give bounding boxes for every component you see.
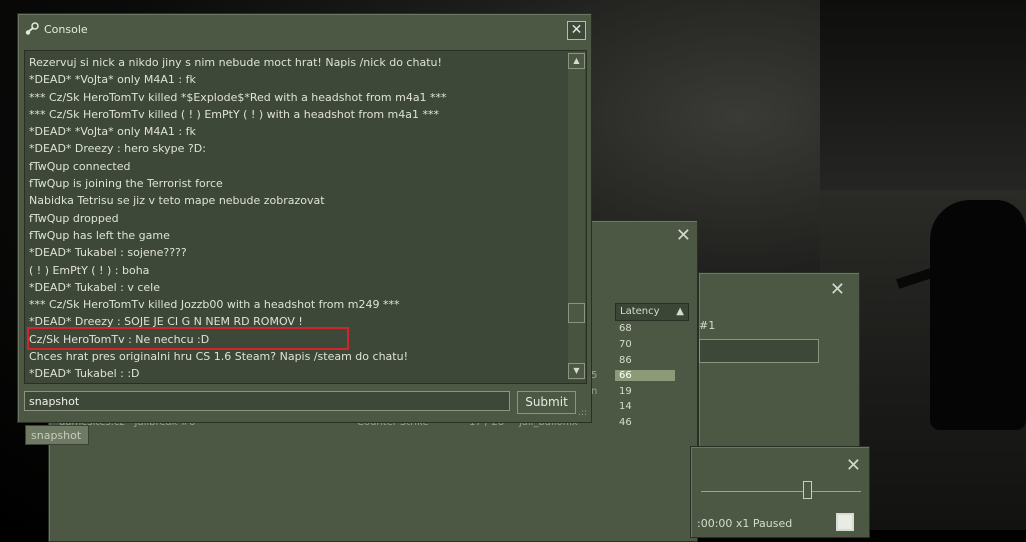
log-line: *DEAD* Dreezy : hero skype ?D: bbox=[29, 142, 206, 156]
log-line: *DEAD* *VoJta* only M4A1 : fk bbox=[29, 125, 196, 139]
console-close-button[interactable]: ✕ bbox=[567, 21, 586, 40]
log-line: *DEAD* Tukabel : v cele bbox=[29, 280, 161, 294]
autocomplete-suggestion[interactable]: snapshot bbox=[25, 425, 89, 445]
latency-cell[interactable]: 70 bbox=[619, 339, 632, 350]
log-line: fTwQup is joining the Terrorist force bbox=[29, 177, 223, 191]
resize-grip-icon[interactable]: .:: bbox=[578, 408, 587, 418]
demo-player-panel: ✕ :00:00 x1 Paused bbox=[690, 446, 870, 538]
demo-progress-track[interactable] bbox=[701, 491, 861, 492]
latency-cell[interactable]: 19 bbox=[619, 386, 632, 397]
server-info-close-icon[interactable]: ✕ bbox=[830, 281, 845, 299]
log-line: *** Cz/Sk HeroTomTv killed *$Explode$*Re… bbox=[29, 90, 447, 104]
scroll-down-button[interactable]: ▼ bbox=[568, 363, 585, 379]
demo-player-close-icon[interactable]: ✕ bbox=[846, 457, 861, 475]
latency-cell[interactable]: 86 bbox=[619, 355, 632, 366]
log-line: *** Cz/Sk HeroTomTv killed ( ! ) EmPtY (… bbox=[29, 107, 439, 121]
sort-up-icon: ▲ bbox=[676, 306, 684, 317]
console-command-input[interactable]: snapshot bbox=[24, 391, 510, 411]
log-line: Chces hrat pres originalni hru CS 1.6 St… bbox=[29, 350, 408, 364]
log-line: fTwQup dropped bbox=[29, 211, 119, 225]
close-icon: ✕ bbox=[570, 22, 583, 38]
info-label: #1 bbox=[699, 319, 716, 332]
log-line: ( ! ) EmPtY ( ! ) : boha bbox=[29, 263, 150, 277]
log-line: fTwQup has left the game bbox=[29, 228, 170, 242]
log-line: Nabidka Tetrisu se jiz v teto mape nebud… bbox=[29, 194, 325, 208]
latency-cell[interactable]: 46 bbox=[619, 417, 632, 428]
chevron-up-icon: ▲ bbox=[573, 56, 580, 65]
demo-progress-thumb[interactable] bbox=[802, 481, 812, 499]
latency-cell[interactable]: 68 bbox=[619, 323, 632, 334]
steam-logo-icon bbox=[25, 22, 39, 36]
log-line: *DEAD* *VoJta* only M4A1 : fk bbox=[29, 73, 196, 87]
log-line: fTwQup connected bbox=[29, 159, 131, 173]
console-window: Console ✕ Rezervuj si nick a nikdo jiny … bbox=[17, 13, 592, 423]
log-line: *** Cz/Sk HeroTomTv killed Jozzb00 with … bbox=[29, 298, 400, 312]
chevron-down-icon: ▼ bbox=[573, 366, 580, 375]
log-line: *DEAD* Tukabel : :D bbox=[29, 367, 140, 381]
latency-header-label: Latency bbox=[620, 306, 660, 317]
info-field[interactable] bbox=[699, 339, 819, 363]
highlight-annotation bbox=[27, 327, 349, 350]
submit-button[interactable]: Submit bbox=[517, 391, 576, 414]
demo-status-text: :00:00 x1 Paused bbox=[697, 517, 793, 530]
server-browser-close-icon[interactable]: ✕ bbox=[676, 227, 691, 245]
console-log[interactable]: Rezervuj si nick a nikdo jiny s nim nebu… bbox=[24, 50, 587, 384]
background-wall bbox=[820, 0, 1026, 200]
background-player-silhouette bbox=[930, 200, 1026, 430]
latency-cell-selected[interactable]: 66 bbox=[615, 370, 675, 381]
console-title-bar[interactable]: Console ✕ bbox=[18, 14, 591, 44]
log-line: *DEAD* Tukabel : sojene???? bbox=[29, 246, 187, 260]
latency-column-header[interactable]: Latency ▲ bbox=[615, 303, 689, 321]
scroll-thumb[interactable] bbox=[568, 303, 585, 323]
demo-pause-button[interactable] bbox=[836, 513, 854, 531]
console-title: Console bbox=[44, 23, 88, 36]
console-scrollbar[interactable]: ▲ ▼ bbox=[568, 52, 585, 380]
log-line: Rezervuj si nick a nikdo jiny s nim nebu… bbox=[29, 56, 442, 69]
latency-cell[interactable]: 14 bbox=[619, 401, 632, 412]
scroll-up-button[interactable]: ▲ bbox=[568, 53, 585, 69]
